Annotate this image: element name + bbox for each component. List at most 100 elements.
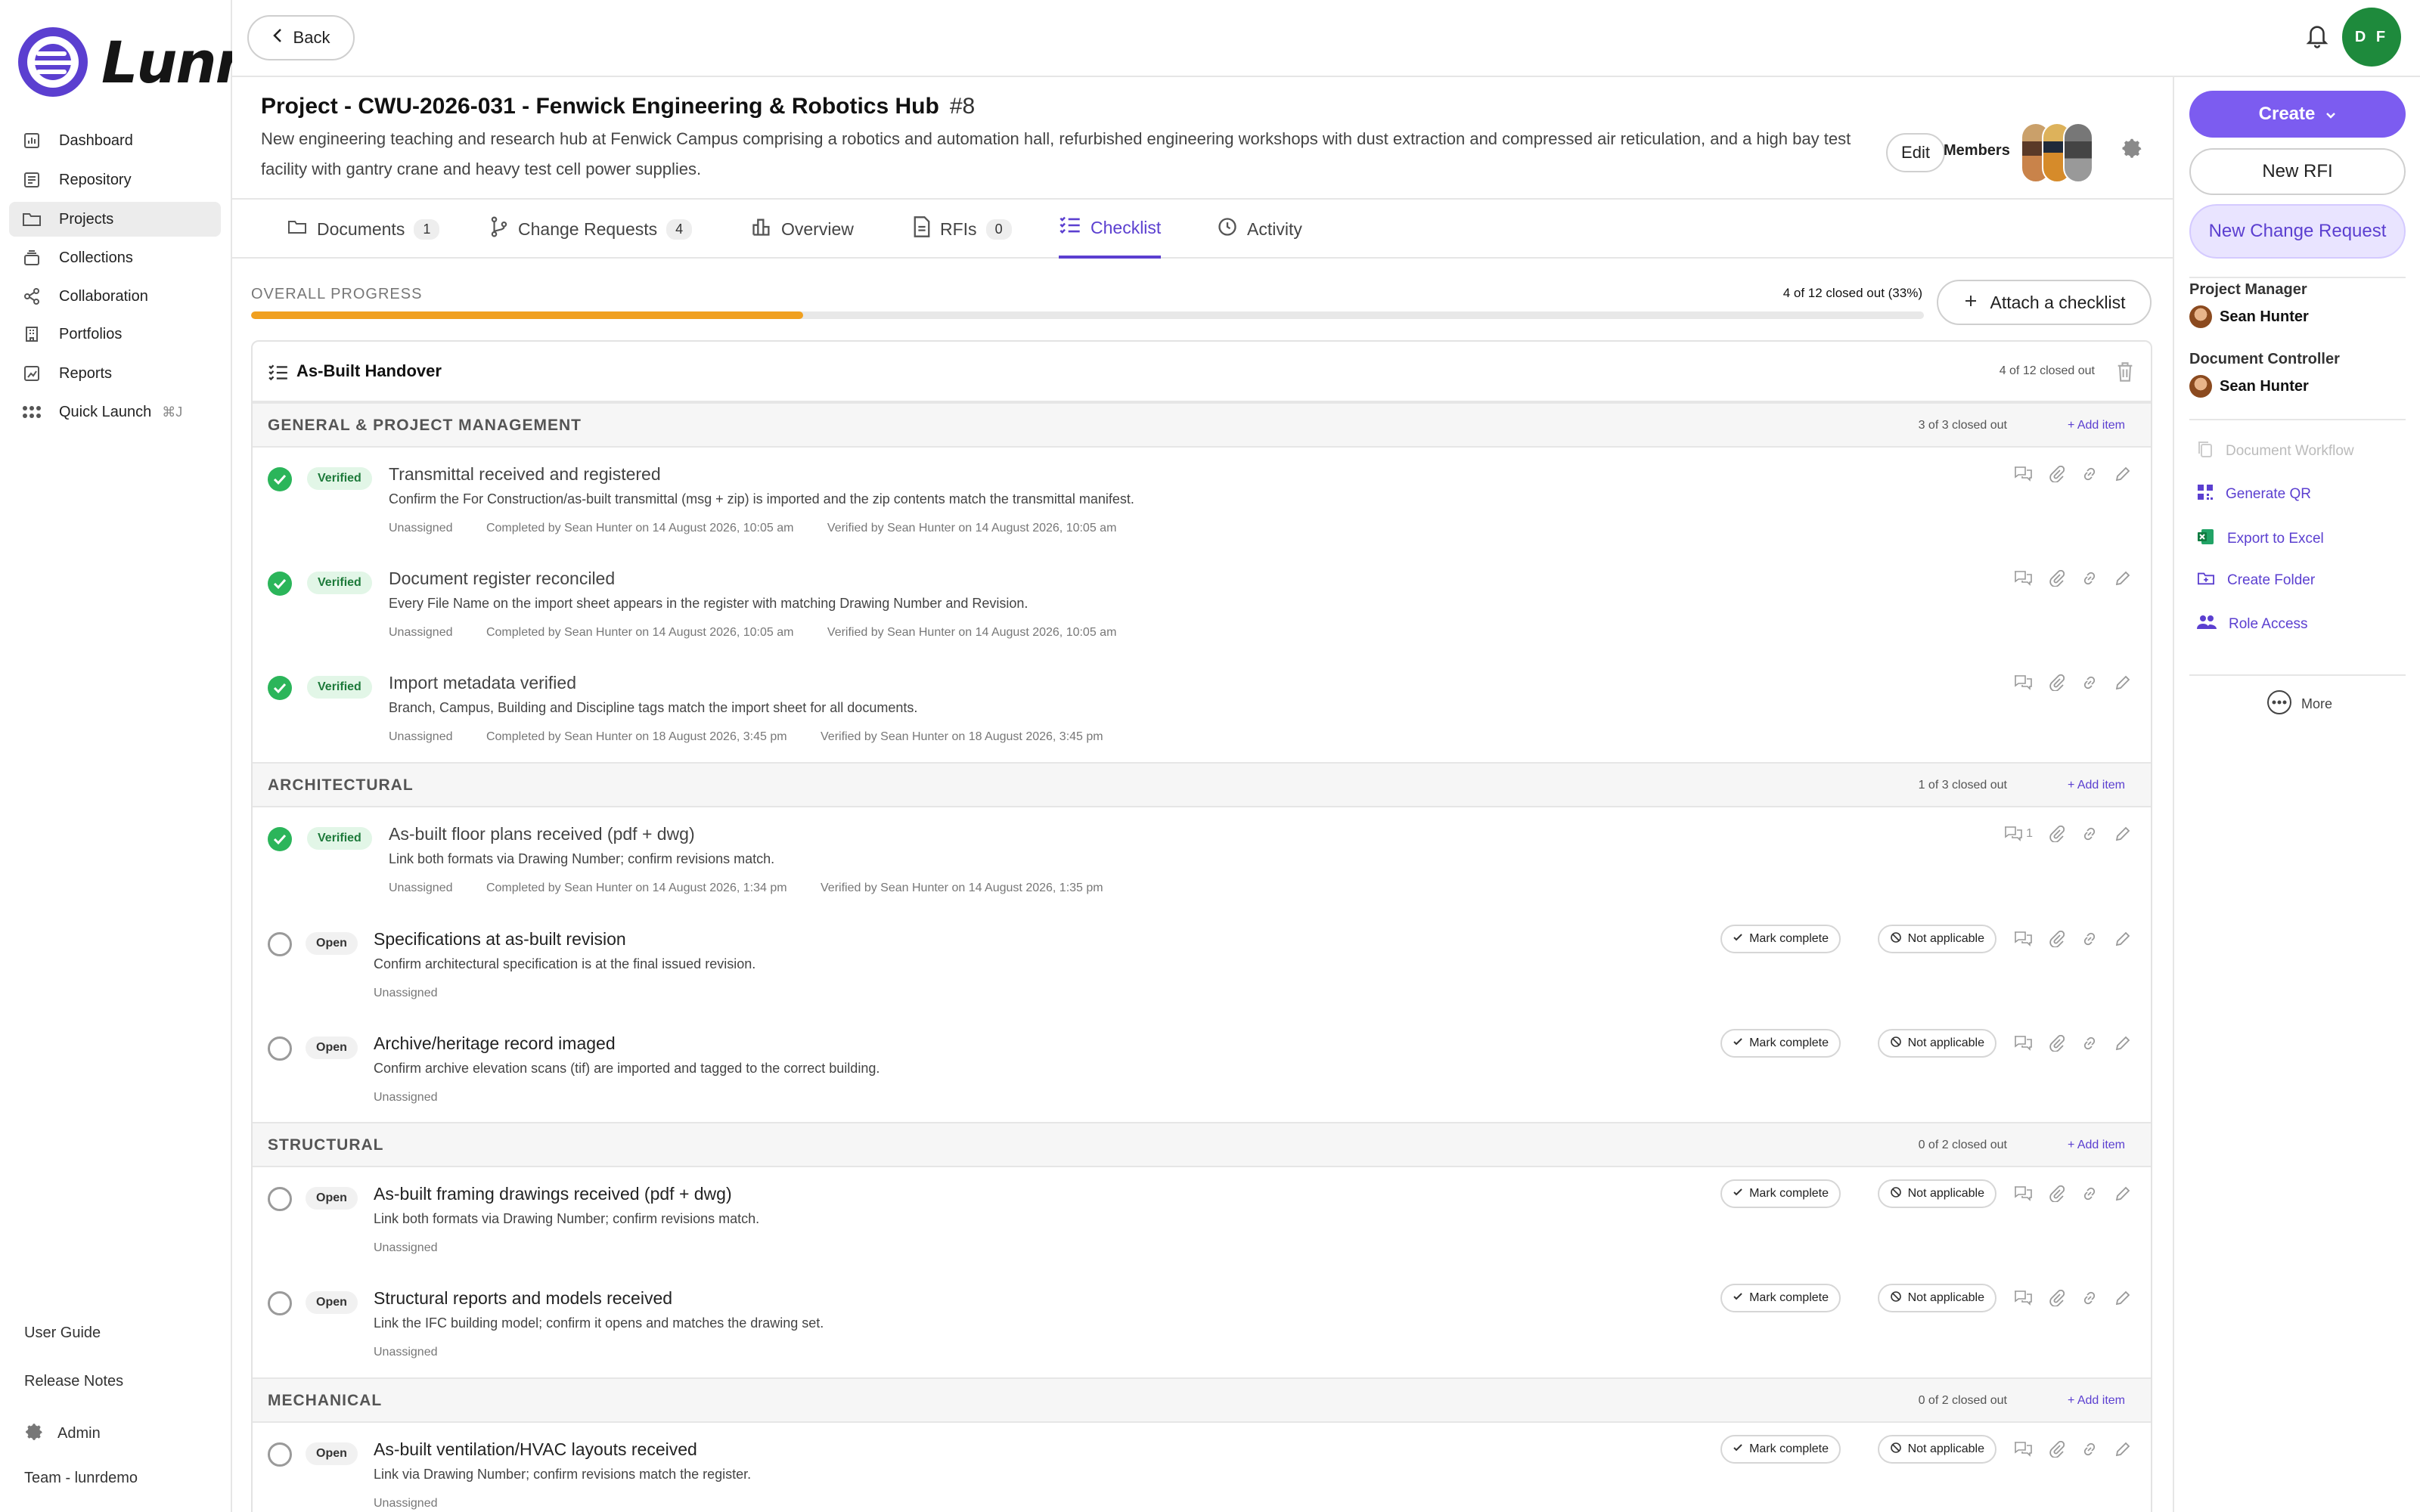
not-applicable-button[interactable]: Not applicable — [1877, 1435, 1996, 1464]
settings-gear-icon[interactable] — [2121, 136, 2143, 163]
checked-circle-icon[interactable] — [268, 467, 292, 491]
item-title[interactable]: As-built floor plans received (pdf + dwg… — [389, 824, 695, 844]
attachment-icon[interactable] — [2049, 674, 2065, 691]
item-title[interactable]: Transmittal received and registered — [389, 464, 661, 485]
mark-complete-button[interactable]: Mark complete — [1720, 1435, 1841, 1464]
comment-icon[interactable] — [2013, 1441, 2033, 1458]
mark-complete-button[interactable]: Mark complete — [1720, 1284, 1841, 1312]
not-applicable-button[interactable]: Not applicable — [1877, 925, 1996, 953]
user-avatar[interactable]: D F — [2342, 8, 2401, 67]
link-icon[interactable] — [2081, 931, 2098, 947]
comment-icon[interactable] — [2013, 466, 2033, 482]
checkbox-circle[interactable] — [268, 1187, 292, 1211]
tab-overview[interactable]: Overview — [751, 200, 854, 259]
tab-change-requests[interactable]: Change Requests 4 — [489, 200, 693, 259]
sidebar-item-collaboration[interactable]: Collaboration — [9, 279, 221, 314]
assignee[interactable]: Unassigned — [374, 1497, 438, 1510]
item-title[interactable]: As-built ventilation/HVAC layouts receiv… — [374, 1439, 697, 1460]
edit-pencil-icon[interactable] — [2114, 466, 2131, 482]
edit-button[interactable]: Edit — [1886, 133, 1945, 172]
comment-icon[interactable]: 1 — [2003, 826, 2033, 842]
link-icon[interactable] — [2081, 570, 2098, 587]
checkbox-circle[interactable] — [268, 1036, 292, 1061]
add-item-button[interactable]: + Add item — [2068, 1394, 2125, 1408]
not-applicable-button[interactable]: Not applicable — [1877, 1029, 1996, 1058]
admin-link[interactable]: Admin — [24, 1421, 101, 1445]
edit-pencil-icon[interactable] — [2114, 570, 2131, 587]
generate-qr-action[interactable]: Generate QR — [2197, 484, 2311, 505]
item-title[interactable]: Document register reconciled — [389, 569, 615, 589]
back-button[interactable]: Back — [247, 15, 355, 60]
link-icon[interactable] — [2081, 826, 2098, 842]
comment-icon[interactable] — [2013, 1185, 2033, 1202]
not-applicable-button[interactable]: Not applicable — [1877, 1179, 1996, 1208]
edit-pencil-icon[interactable] — [2114, 826, 2131, 842]
attach-checklist-button[interactable]: Attach a checklist — [1937, 280, 2152, 325]
tab-activity[interactable]: Activity — [1217, 200, 1302, 259]
attachment-icon[interactable] — [2049, 1290, 2065, 1306]
item-title[interactable]: Import metadata verified — [389, 673, 576, 693]
more-button[interactable]: More — [2266, 689, 2332, 719]
link-icon[interactable] — [2081, 674, 2098, 691]
sidebar-item-reports[interactable]: Reports — [9, 356, 221, 391]
mark-complete-button[interactable]: Mark complete — [1720, 925, 1841, 953]
edit-pencil-icon[interactable] — [2114, 674, 2131, 691]
mark-complete-button[interactable]: Mark complete — [1720, 1029, 1841, 1058]
edit-pencil-icon[interactable] — [2114, 1185, 2131, 1202]
comment-icon[interactable] — [2013, 1290, 2033, 1306]
comment-icon[interactable] — [2013, 931, 2033, 947]
edit-pencil-icon[interactable] — [2114, 1441, 2131, 1458]
attachment-icon[interactable] — [2049, 466, 2065, 482]
assignee[interactable]: Unassigned — [374, 1091, 438, 1104]
team-label[interactable]: Team - lunrdemo — [24, 1470, 138, 1487]
item-title[interactable]: Specifications at as-built revision — [374, 929, 626, 950]
document-controller[interactable]: Sean Hunter — [2189, 375, 2309, 398]
mark-complete-button[interactable]: Mark complete — [1720, 1179, 1841, 1208]
comment-icon[interactable] — [2013, 570, 2033, 587]
item-title[interactable]: Archive/heritage record imaged — [374, 1033, 616, 1054]
tab-documents[interactable]: Documents 1 — [287, 200, 440, 259]
new-rfi-button[interactable]: New RFI — [2189, 148, 2406, 195]
user-guide-link[interactable]: User Guide — [24, 1325, 101, 1342]
sidebar-item-portfolios[interactable]: Portfolios — [9, 317, 221, 352]
edit-pencil-icon[interactable] — [2114, 931, 2131, 947]
checkbox-circle[interactable] — [268, 932, 292, 956]
link-icon[interactable] — [2081, 1035, 2098, 1052]
role-access-action[interactable]: Role Access — [2197, 614, 2308, 635]
add-item-button[interactable]: + Add item — [2068, 419, 2125, 432]
checked-circle-icon[interactable] — [268, 572, 292, 596]
attachment-icon[interactable] — [2049, 1035, 2065, 1052]
bell-icon[interactable] — [2304, 21, 2330, 54]
checked-circle-icon[interactable] — [268, 676, 292, 700]
sidebar-item-quick-launch[interactable]: Quick Launch ⌘J — [9, 395, 221, 429]
logo[interactable]: Lunr — [18, 27, 244, 97]
new-change-request-button[interactable]: New Change Request — [2189, 204, 2406, 259]
edit-pencil-icon[interactable] — [2114, 1290, 2131, 1306]
create-button[interactable]: Create — [2189, 91, 2406, 138]
link-icon[interactable] — [2081, 1185, 2098, 1202]
attachment-icon[interactable] — [2049, 1185, 2065, 1202]
sidebar-item-repository[interactable]: Repository — [9, 163, 221, 197]
not-applicable-button[interactable]: Not applicable — [1877, 1284, 1996, 1312]
attachment-icon[interactable] — [2049, 826, 2065, 842]
release-notes-link[interactable]: Release Notes — [24, 1373, 123, 1390]
create-folder-action[interactable]: Create Folder — [2197, 570, 2315, 591]
sidebar-item-collections[interactable]: Collections — [9, 240, 221, 275]
export-excel-action[interactable]: Export to Excel — [2197, 528, 2324, 550]
link-icon[interactable] — [2081, 1441, 2098, 1458]
checkbox-circle[interactable] — [268, 1291, 292, 1315]
comment-icon[interactable] — [2013, 1035, 2033, 1052]
edit-pencil-icon[interactable] — [2114, 1035, 2131, 1052]
checkbox-circle[interactable] — [268, 1442, 292, 1467]
member-avatar[interactable] — [2063, 122, 2093, 183]
checked-circle-icon[interactable] — [268, 827, 292, 851]
item-title[interactable]: As-built framing drawings received (pdf … — [374, 1184, 732, 1204]
link-icon[interactable] — [2081, 1290, 2098, 1306]
project-manager[interactable]: Sean Hunter — [2189, 305, 2309, 328]
trash-icon[interactable] — [2116, 361, 2134, 386]
comment-icon[interactable] — [2013, 674, 2033, 691]
attachment-icon[interactable] — [2049, 931, 2065, 947]
add-item-button[interactable]: + Add item — [2068, 1139, 2125, 1152]
sidebar-item-dashboard[interactable]: Dashboard — [9, 123, 221, 158]
add-item-button[interactable]: + Add item — [2068, 779, 2125, 792]
